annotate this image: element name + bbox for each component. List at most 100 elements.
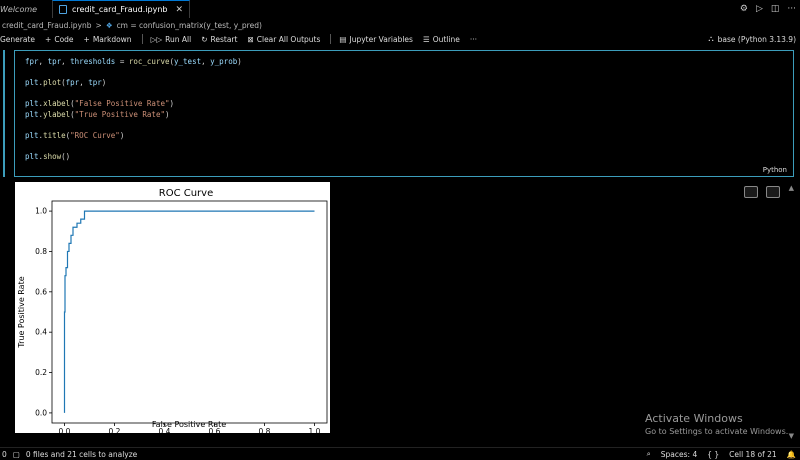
plus-icon: + — [45, 34, 52, 44]
code-token: fpr — [25, 57, 39, 66]
code-line: plt.ylabel("True Positive Rate") — [25, 110, 242, 121]
status-bar: 0 ▢ 0 files and 21 cells to analyze ⌕ Sp… — [0, 447, 800, 460]
chart-title: ROC Curve — [159, 188, 213, 199]
tab-notebook-label: credit_card_Fraud.ipynb — [72, 5, 168, 14]
code-token: , — [79, 78, 89, 88]
breadcrumb-symbol[interactable]: cm = confusion_matrix(y_test, y_pred) — [117, 21, 262, 30]
split-editor-icon[interactable]: ◫ — [771, 4, 780, 14]
code-token: tpr — [47, 57, 62, 66]
tab-welcome[interactable]: Welcome — [0, 0, 52, 18]
code-token: thresholds — [70, 57, 116, 66]
code-token: () — [61, 152, 71, 162]
scroll-up-icon[interactable]: ▲ — [789, 184, 794, 192]
code-token: ylabel — [43, 109, 71, 119]
tab-bar: Welcome credit_card_Fraud.ipynb ✕ ⚙ ▷ ◫ … — [0, 0, 800, 18]
code-token: plt — [25, 109, 39, 119]
code-token: fpr — [65, 78, 80, 88]
restart-button[interactable]: ↻ Restart — [201, 35, 237, 44]
scroll-down-icon[interactable]: ▼ — [789, 432, 794, 440]
outline-button[interactable]: ☰ Outline — [423, 35, 460, 44]
breadcrumb: credit_card_Fraud.ipynb > ❖ cm = confusi… — [0, 18, 800, 32]
code-token: plt — [25, 78, 39, 88]
code-token: plt — [25, 131, 39, 141]
variables-icon: ▤ — [339, 34, 347, 44]
cell-position[interactable]: Cell 18 of 21 — [729, 450, 777, 459]
x-tick-label: 1.0 — [309, 427, 321, 433]
add-markdown-button[interactable]: + Markdown — [84, 35, 132, 44]
outline-label: Outline — [432, 34, 460, 44]
run-all-button[interactable]: ▷▷ Run All — [151, 35, 192, 44]
x-axis-label: False Positive Rate — [152, 420, 226, 429]
restart-label: Restart — [210, 34, 238, 44]
x-tick-label: 0.0 — [59, 427, 71, 433]
code-editor[interactable]: fpr, tpr, thresholds = roc_curve(y_test,… — [25, 57, 242, 163]
code-cell[interactable]: fpr, tpr, thresholds = roc_curve(y_test,… — [14, 50, 794, 177]
code-line: fpr, tpr, thresholds = roc_curve(y_test,… — [25, 57, 242, 68]
plot-output: ROC Curve 0.0 0.2 0.4 0.6 0.8 1.0 0.0 0.2 0.4 0.… — [15, 182, 330, 433]
y-tick-label: 0.6 — [35, 287, 47, 296]
code-token: "True Positive Rate" — [74, 109, 165, 119]
activate-windows-watermark: Activate Windows Go to Settings to activ… — [645, 412, 788, 436]
problems-count[interactable]: 0 — [2, 450, 7, 459]
toolbar-divider — [330, 34, 332, 44]
zoom-icon[interactable]: ⌕ — [647, 449, 651, 459]
code-token: "False Positive Rate" — [74, 99, 170, 109]
variables-button[interactable]: ▤ Jupyter Variables — [339, 35, 413, 44]
y-tick-label: 1.0 — [35, 207, 47, 216]
code-token: = — [115, 57, 129, 66]
code-token: xlabel — [43, 99, 71, 109]
code-token: "ROC Curve" — [70, 131, 120, 141]
code-token: ) — [119, 131, 125, 141]
code-token: , — [38, 57, 48, 66]
kernel-picker[interactable]: ⛬ base (Python 3.13.9) — [708, 32, 796, 46]
close-icon[interactable]: ✕ — [175, 5, 183, 15]
code-token: plt — [25, 152, 39, 162]
plus-icon: + — [83, 34, 90, 44]
more-icon[interactable]: ··· — [787, 4, 796, 14]
code-token: ) — [101, 78, 107, 88]
indentation-status[interactable]: Spaces: 4 — [661, 450, 697, 459]
code-token: , — [201, 57, 211, 66]
notifications-icon[interactable]: 🔔 — [787, 450, 796, 459]
x-tick-label: 0.8 — [259, 427, 271, 433]
add-code-button[interactable]: + Code — [45, 35, 74, 44]
language-braces[interactable]: { } — [707, 450, 719, 459]
add-code-label: Code — [54, 34, 74, 44]
watermark-title: Activate Windows — [645, 412, 743, 425]
y-axis-label: True Positive Rate — [17, 276, 26, 348]
tab-welcome-label: Welcome — [0, 4, 38, 14]
watermark-subtitle: Go to Settings to activate Windows. — [645, 427, 789, 436]
code-token: ) — [164, 109, 170, 119]
run-icon[interactable]: ▷ — [756, 4, 763, 14]
clear-outputs-button[interactable]: ⊠ Clear All Outputs — [247, 35, 320, 44]
breadcrumb-separator: > — [95, 20, 102, 30]
code-token: plot — [43, 78, 62, 88]
code-token: tpr — [88, 78, 102, 88]
code-token: roc_curve — [128, 57, 170, 66]
toolbar-more-button[interactable]: ··· — [470, 35, 477, 44]
y-tick-label: 0.8 — [35, 247, 47, 256]
code-line: plt.show() — [25, 152, 242, 163]
analysis-status[interactable]: 0 files and 21 cells to analyze — [26, 450, 137, 459]
y-tick-label: 0.2 — [35, 368, 47, 377]
run-all-label: Run All — [165, 34, 192, 44]
tab-notebook[interactable]: credit_card_Fraud.ipynb ✕ — [52, 0, 191, 18]
gear-icon[interactable]: ⚙ — [740, 4, 748, 14]
generate-button[interactable]: Generate — [0, 35, 35, 44]
notebook-icon — [59, 5, 67, 14]
run-all-icon: ▷▷ — [150, 34, 163, 44]
kernel-label: base (Python 3.13.9) — [717, 34, 796, 44]
code-token: title — [43, 131, 66, 141]
cell-language[interactable]: Python — [763, 166, 787, 174]
copy-output-icon[interactable] — [744, 186, 758, 198]
output-menu-icon[interactable] — [766, 186, 780, 198]
code-line: plt.plot(fpr, tpr) — [25, 78, 242, 89]
y-tick-label: 0.4 — [35, 328, 47, 337]
x-tick-label: 0.2 — [109, 427, 121, 433]
breadcrumb-file[interactable]: credit_card_Fraud.ipynb — [2, 21, 92, 30]
code-line: plt.xlabel("False Positive Rate") — [25, 99, 242, 110]
